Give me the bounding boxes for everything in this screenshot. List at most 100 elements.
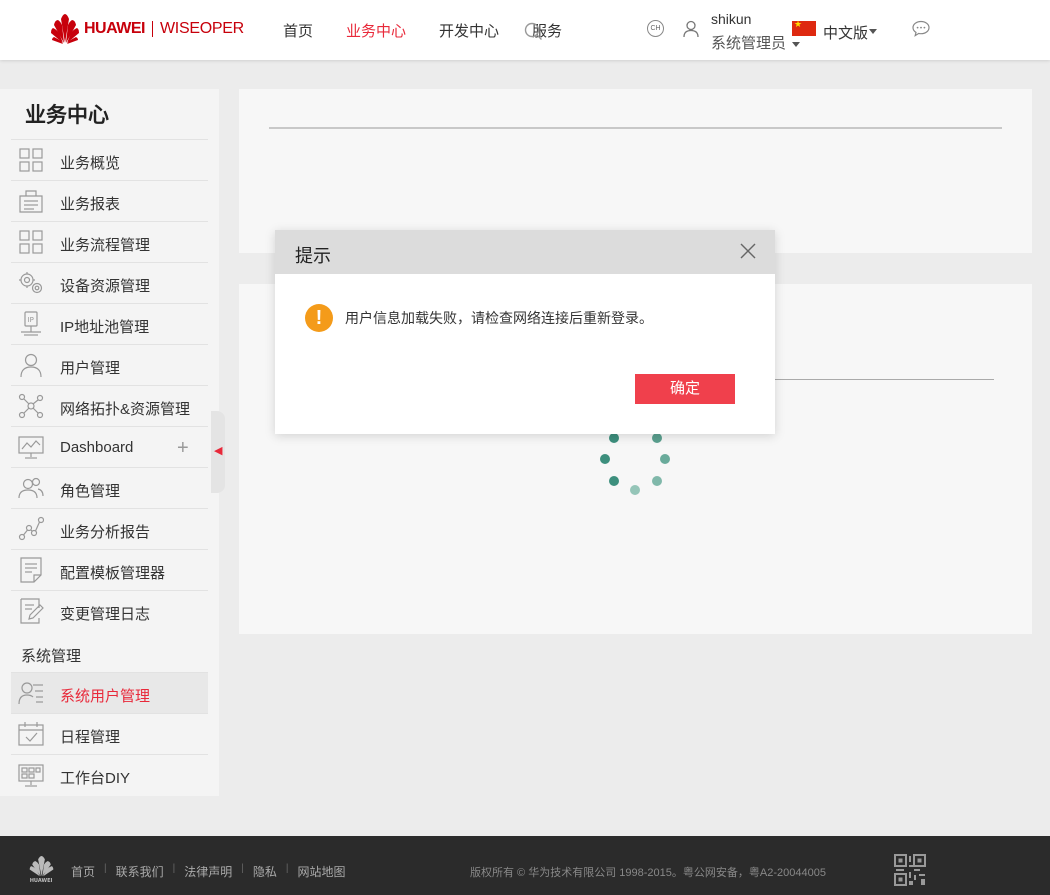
sidebar-item-ip-pool[interactable]: IP IP地址池管理 bbox=[11, 303, 208, 344]
sidebar-item-analysis-report[interactable]: 业务分析报告 bbox=[11, 508, 208, 549]
chat-icon[interactable] bbox=[912, 20, 930, 37]
footer-link[interactable]: 法律声明 bbox=[184, 863, 232, 880]
top-header: HUAWEI WISEOPER 首页 业务中心 开发中心 服务 CH shiku… bbox=[0, 0, 1050, 60]
sidebar-item-business-report[interactable]: 业务报表 bbox=[11, 180, 208, 221]
logo-brand-text: HUAWEI bbox=[84, 20, 146, 37]
sidebar-item-label: Dashboard bbox=[60, 439, 134, 456]
dialog-message: 用户信息加载失败，请检查网络连接后重新登录。 bbox=[345, 310, 653, 326]
content-panel-top bbox=[239, 89, 1032, 253]
chevron-down-icon bbox=[869, 28, 878, 34]
sidebar-item-config-template[interactable]: 配置模板管理器 bbox=[11, 549, 208, 590]
spinner-dot bbox=[609, 433, 619, 443]
huawei-flower-icon[interactable]: HUAWEI bbox=[28, 856, 55, 883]
spinner-dot bbox=[609, 476, 619, 486]
sidebar-item-label: 业务概览 bbox=[60, 155, 121, 172]
sidebar-item-label: 网络拓扑&资源管理 bbox=[60, 401, 191, 418]
ip-icon: IP bbox=[21, 311, 41, 336]
sidebar-item-user-management[interactable]: 用户管理 bbox=[11, 344, 208, 385]
workbench-icon bbox=[18, 764, 44, 787]
spinner-dot bbox=[652, 476, 662, 486]
footer-link[interactable]: 隐私 bbox=[253, 863, 277, 880]
nav-dev-center[interactable]: 开发中心 bbox=[439, 20, 499, 41]
svg-text:HUAWEI: HUAWEI bbox=[30, 878, 53, 883]
alert-dialog: 提示 ! 用户信息加载失败，请检查网络连接后重新登录。 确定 bbox=[275, 230, 775, 434]
user-list-icon bbox=[18, 682, 43, 705]
grid-icon bbox=[19, 148, 43, 172]
sidebar-item-label: 设备资源管理 bbox=[60, 278, 151, 295]
spinner-dot bbox=[630, 485, 640, 495]
copyright-text: 版权所有 © 华为技术有限公司 1998-2015。粤公网安备，粤A2-2004… bbox=[470, 867, 826, 879]
footer-link[interactable]: 网站地图 bbox=[298, 863, 346, 880]
sidebar-item-role-management[interactable]: 角色管理 bbox=[11, 467, 208, 508]
sidebar-item-change-log[interactable]: 变更管理日志 bbox=[11, 590, 208, 631]
analytics-icon bbox=[18, 516, 44, 541]
chevron-left-icon: ◀ bbox=[214, 445, 223, 457]
region-badge-icon[interactable]: CH bbox=[647, 20, 664, 37]
sidebar-item-process-management[interactable]: 业务流程管理 bbox=[11, 221, 208, 262]
language-dropdown[interactable]: 中文版 bbox=[823, 22, 878, 43]
sidebar-item-device-resources[interactable]: 设备资源管理 bbox=[11, 262, 208, 303]
sidebar-item-label: 业务报表 bbox=[60, 196, 121, 213]
ok-button[interactable]: 确定 bbox=[635, 374, 735, 404]
sidebar-item-topology[interactable]: 网络拓扑&资源管理 bbox=[11, 385, 208, 426]
spinner-dot bbox=[600, 454, 610, 464]
sidebar-item-workbench-diy[interactable]: 工作台DIY bbox=[11, 754, 208, 795]
dialog-title: 提示 bbox=[295, 246, 331, 266]
sidebar-item-label: 变更管理日志 bbox=[60, 606, 151, 623]
spinner-dot bbox=[652, 433, 662, 443]
sidebar: 业务中心 业务概览 业务报表 业务流程管理 设备资源管理 IP IP地址池管理 … bbox=[0, 89, 219, 796]
dialog-header: 提示 bbox=[275, 230, 775, 274]
footer-link[interactable]: 联系我们 bbox=[116, 863, 164, 880]
warning-icon: ! bbox=[305, 304, 333, 332]
sidebar-item-label: 角色管理 bbox=[60, 483, 121, 500]
user-icon[interactable] bbox=[683, 20, 699, 38]
monitor-icon bbox=[18, 436, 44, 459]
document-icon bbox=[20, 557, 42, 583]
user-role-label: 系统管理员 bbox=[711, 35, 787, 52]
expand-plus-icon[interactable]: + bbox=[177, 437, 189, 460]
nav-home[interactable]: 首页 bbox=[283, 20, 313, 41]
footer: HUAWEI 首页 | 联系我们 | 法律声明 | 隐私 | 网站地图 版权所有 © 华… bbox=[0, 836, 1050, 895]
footer-link-separator: | bbox=[172, 863, 176, 874]
user-role-dropdown[interactable]: 系统管理员 bbox=[711, 32, 801, 53]
sidebar-item-label: 业务流程管理 bbox=[60, 237, 151, 254]
username-label: shikun bbox=[711, 11, 752, 27]
edit-doc-icon bbox=[20, 598, 44, 624]
panel-divider bbox=[269, 127, 1002, 129]
sidebar-item-dashboard[interactable]: Dashboard + bbox=[11, 426, 208, 467]
china-flag-icon[interactable] bbox=[792, 19, 816, 36]
search-icon[interactable] bbox=[524, 22, 543, 41]
sidebar-collapse-toggle[interactable]: ◀ bbox=[211, 411, 225, 493]
calendar-icon bbox=[18, 722, 44, 746]
footer-link-separator: | bbox=[241, 863, 244, 874]
sidebar-item-schedule[interactable]: 日程管理 bbox=[11, 713, 208, 754]
sidebar-title: 业务中心 bbox=[25, 104, 109, 127]
nav-business-center[interactable]: 业务中心 bbox=[346, 20, 406, 41]
close-icon[interactable] bbox=[739, 242, 757, 260]
huawei-logo[interactable]: HUAWEI WISEOPER bbox=[50, 12, 244, 46]
topology-icon bbox=[18, 393, 44, 419]
main-nav: 首页 业务中心 开发中心 服务 bbox=[283, 20, 562, 41]
huawei-flower-icon bbox=[51, 14, 79, 44]
language-label: 中文版 bbox=[823, 25, 869, 42]
group-icon bbox=[18, 477, 44, 499]
logo-sub-text: WISEOPER bbox=[160, 20, 244, 37]
qr-code-icon[interactable] bbox=[894, 854, 926, 886]
sidebar-item-label: 用户管理 bbox=[60, 360, 121, 377]
sidebar-item-label: IP地址池管理 bbox=[60, 319, 150, 336]
chevron-down-icon bbox=[792, 41, 801, 47]
gears-icon bbox=[19, 272, 43, 294]
sidebar-item-label: 工作台DIY bbox=[60, 770, 131, 787]
report-icon bbox=[19, 190, 43, 213]
sidebar-item-business-overview[interactable]: 业务概览 bbox=[11, 139, 208, 180]
sidebar-item-label: 日程管理 bbox=[60, 729, 121, 746]
sidebar-item-label: 配置模板管理器 bbox=[60, 565, 166, 582]
footer-links: 首页 | 联系我们 | 法律声明 | 隐私 | 网站地图 bbox=[71, 863, 346, 880]
footer-link-separator: | bbox=[104, 863, 107, 874]
sidebar-item-label: 系统用户管理 bbox=[60, 688, 151, 705]
sidebar-item-system-users[interactable]: 系统用户管理 bbox=[11, 672, 208, 713]
user-icon bbox=[20, 353, 42, 378]
sidebar-section-title: 系统管理 bbox=[21, 648, 82, 665]
footer-link[interactable]: 首页 bbox=[71, 863, 95, 880]
spinner-dot bbox=[660, 454, 670, 464]
